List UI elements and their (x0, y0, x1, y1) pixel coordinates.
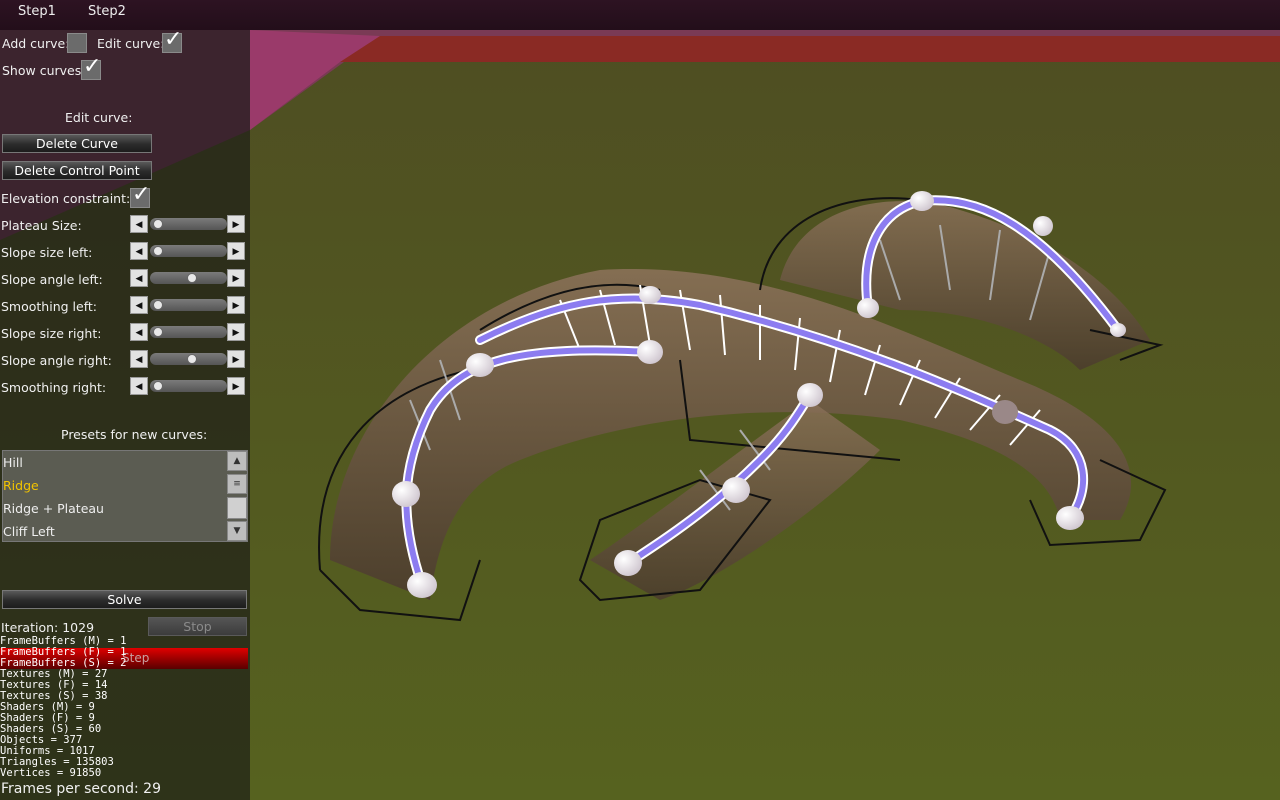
add-curve-label: Add curve: (2, 36, 70, 51)
slider-thumb[interactable] (187, 354, 197, 364)
edit-curve-section-title: Edit curve: (65, 110, 133, 125)
control-point-selected[interactable] (992, 400, 1018, 424)
delete-control-point-button[interactable]: Delete Control Point (2, 161, 152, 180)
control-point[interactable] (1110, 323, 1126, 337)
control-point[interactable] (1033, 216, 1053, 236)
scrollbar-thumb[interactable] (227, 497, 247, 519)
solve-button[interactable]: Solve (2, 590, 247, 609)
control-point[interactable] (857, 298, 879, 318)
preset-cliff-left[interactable]: Cliff Left (3, 524, 55, 539)
slider[interactable]: ◀ ▶ (130, 323, 247, 341)
slider[interactable]: ◀ ▶ (130, 242, 247, 260)
slider[interactable]: ◀ ▶ (130, 350, 247, 368)
preset-ridge[interactable]: Ridge (3, 478, 39, 493)
arrow-right-icon[interactable]: ▶ (227, 323, 245, 341)
preset-hill[interactable]: Hill (3, 455, 23, 470)
delete-curve-button[interactable]: Delete Curve (2, 134, 152, 153)
add-curve-checkbox[interactable] (67, 33, 87, 53)
control-point[interactable] (910, 191, 934, 211)
elevation-constraint-checkbox[interactable]: ✓ (130, 184, 150, 208)
control-point[interactable] (1056, 506, 1084, 530)
stop-button[interactable]: Stop (148, 617, 247, 636)
scroll-menu-icon[interactable]: ≡ (227, 474, 247, 494)
slider-track[interactable] (150, 299, 227, 311)
ground-edge-red (340, 36, 1280, 62)
show-curves-checkbox[interactable]: ✓ (81, 56, 101, 80)
edit-curve-checkbox[interactable]: ✓ (162, 29, 182, 53)
slider-track[interactable] (150, 353, 227, 365)
menu-bar: Step1 Step2 (0, 0, 1280, 30)
arrow-right-icon[interactable]: ▶ (227, 242, 245, 260)
show-curves-label: Show curves: (2, 63, 86, 78)
checkmark-icon: ✓ (83, 54, 102, 79)
arrow-right-icon[interactable]: ▶ (227, 350, 245, 368)
render-stats: FrameBuffers (M) = 1 FrameBuffers (F) = … (0, 636, 126, 779)
control-point[interactable] (392, 481, 420, 507)
arrow-left-icon[interactable]: ◀ (130, 377, 148, 395)
slider-label: Slope size left: (1, 245, 93, 260)
slider[interactable]: ◀ ▶ (130, 269, 247, 287)
preset-ridge-plateau[interactable]: Ridge + Plateau (3, 501, 104, 516)
arrow-left-icon[interactable]: ◀ (130, 215, 148, 233)
arrow-right-icon[interactable]: ▶ (227, 296, 245, 314)
control-point[interactable] (797, 383, 823, 407)
menu-step2[interactable]: Step2 (88, 4, 126, 19)
slider-track[interactable] (150, 218, 227, 230)
slider-label: Slope angle right: (1, 353, 112, 368)
edit-curve-label: Edit curve: (97, 36, 165, 51)
slider[interactable]: ◀ ▶ (130, 296, 247, 314)
arrow-left-icon[interactable]: ◀ (130, 296, 148, 314)
slider-thumb[interactable] (153, 300, 163, 310)
control-point[interactable] (614, 550, 642, 576)
menu-step1[interactable]: Step1 (18, 4, 56, 19)
slider-label: Smoothing right: (1, 380, 107, 395)
arrow-right-icon[interactable]: ▶ (227, 377, 245, 395)
control-point[interactable] (637, 340, 663, 364)
control-point[interactable] (722, 477, 750, 503)
slider-thumb[interactable] (153, 381, 163, 391)
presets-list[interactable]: Hill Ridge Ridge + Plateau Cliff Left ▲ … (2, 450, 248, 542)
control-point[interactable] (466, 353, 494, 377)
control-point[interactable] (407, 572, 437, 598)
slider[interactable]: ◀ ▶ (130, 215, 247, 233)
scroll-down-icon[interactable]: ▼ (227, 521, 247, 541)
checkmark-icon: ✓ (164, 27, 183, 52)
slider-thumb[interactable] (153, 246, 163, 256)
scroll-up-icon[interactable]: ▲ (227, 451, 247, 471)
presets-title: Presets for new curves: (61, 427, 208, 442)
arrow-left-icon[interactable]: ◀ (130, 350, 148, 368)
slider-label: Slope angle left: (1, 272, 103, 287)
fps-counter: Frames per second: 29 (1, 781, 161, 797)
slider-thumb[interactable] (153, 327, 163, 337)
slider-track[interactable] (150, 245, 227, 257)
iteration-counter: Iteration: 1029 (1, 620, 95, 635)
stat-line: Vertices = 91850 (0, 767, 102, 779)
slider-label: Plateau Size: (1, 218, 82, 233)
slider-track[interactable] (150, 380, 227, 392)
slider-track[interactable] (150, 326, 227, 338)
slider-thumb[interactable] (187, 273, 197, 283)
checkmark-icon: ✓ (132, 182, 151, 207)
control-point[interactable] (639, 286, 661, 304)
arrow-right-icon[interactable]: ▶ (227, 269, 245, 287)
arrow-left-icon[interactable]: ◀ (130, 269, 148, 287)
slider-label: Slope size right: (1, 326, 102, 341)
slider-track[interactable] (150, 272, 227, 284)
arrow-right-icon[interactable]: ▶ (227, 215, 245, 233)
arrow-left-icon[interactable]: ◀ (130, 242, 148, 260)
slider-label: Smoothing left: (1, 299, 97, 314)
slider[interactable]: ◀ ▶ (130, 377, 247, 395)
slider-thumb[interactable] (153, 219, 163, 229)
arrow-left-icon[interactable]: ◀ (130, 323, 148, 341)
elevation-constraint-label: Elevation constraint: (1, 191, 131, 206)
